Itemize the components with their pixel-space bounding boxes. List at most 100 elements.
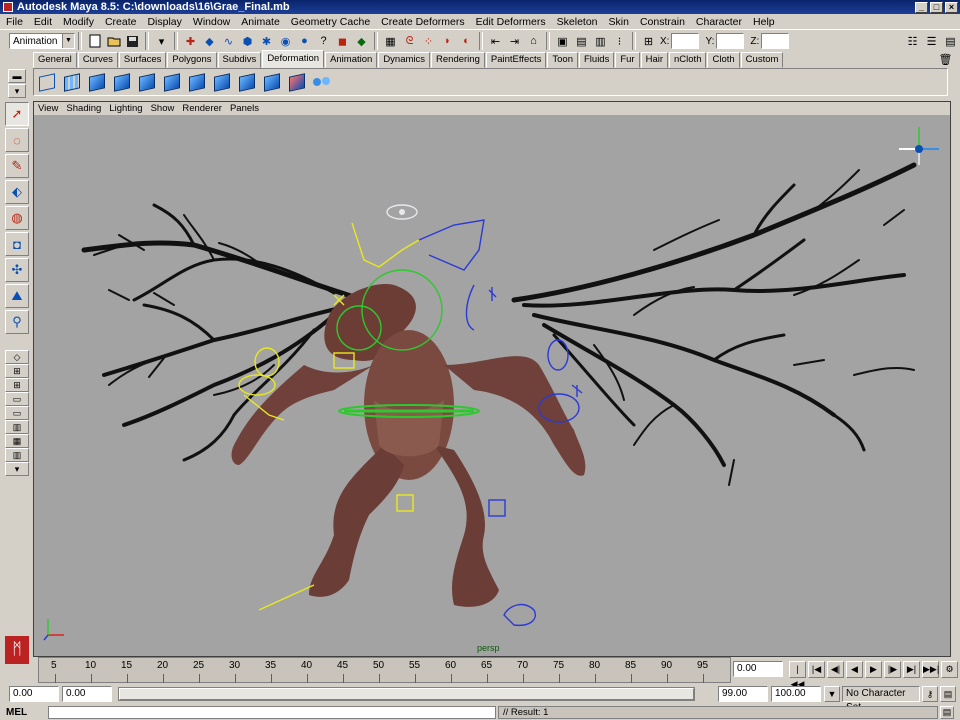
layout-four-panel-icon[interactable]: ⊞ [5, 364, 29, 378]
menu-edit[interactable]: Edit [28, 16, 57, 28]
shelf-tab-rendering[interactable]: Rendering [431, 52, 485, 68]
shelf-tab-surfaces[interactable]: Surfaces [118, 52, 167, 68]
shelf-tab-deformation[interactable]: Deformation [262, 50, 325, 68]
layout-hypershade-icon[interactable]: ▭ [5, 406, 29, 420]
menu-create-deformers[interactable]: Create Deformers [375, 16, 469, 28]
ipr-render-icon[interactable]: ▥ [592, 33, 609, 50]
auto-key-icon[interactable]: ⚷ [922, 686, 938, 702]
move-tool-icon[interactable]: ⬖ [5, 180, 29, 204]
shelf-tab-ncloth[interactable]: nCloth [669, 52, 707, 68]
select-by-deformer-icon[interactable]: ✱ [258, 33, 275, 50]
menu-help[interactable]: Help [747, 16, 780, 28]
time-ruler[interactable]: 5 10 15 20 25 30 35 40 45 50 55 60 65 70… [38, 657, 731, 683]
shelf-tab-general[interactable]: General [33, 52, 77, 68]
menu-constrain[interactable]: Constrain [634, 16, 690, 28]
select-tool-icon[interactable]: ➚ [5, 102, 29, 126]
character-set-field[interactable]: No Character Set [842, 686, 920, 713]
range-slider[interactable] [118, 687, 695, 701]
sculpt-deformer-icon[interactable] [286, 71, 308, 93]
tool-settings-icon[interactable]: ☰ [923, 33, 940, 50]
wrap-icon[interactable] [86, 71, 108, 93]
layout-persp-graph-icon[interactable]: ▭ [5, 392, 29, 406]
shelf-tab-cloth[interactable]: Cloth [707, 52, 740, 68]
nonlinear-flare-icon[interactable] [161, 71, 183, 93]
select-by-surface-icon[interactable]: ⬢ [239, 33, 256, 50]
shelf-tab-painteffects[interactable]: PaintEffects [485, 52, 547, 68]
shelf-tab-custom[interactable]: Custom [740, 52, 784, 68]
snap-point-icon[interactable]: ⁘ [420, 33, 437, 50]
select-hierarchy-icon[interactable]: ▾ [153, 33, 170, 50]
paint-select-tool-icon[interactable]: ✎ [5, 154, 29, 178]
minimize-button[interactable]: _ [915, 1, 928, 13]
snap-curve-icon[interactable]: ᘓ [401, 33, 418, 50]
wire-deformer-icon[interactable] [311, 71, 333, 93]
animation-settings-icon[interactable]: ▤ [940, 686, 956, 702]
menu-edit-deformers[interactable]: Edit Deformers [470, 16, 551, 28]
playback-start-field[interactable]: 0.00 [62, 686, 112, 702]
layout-custom-2-icon[interactable]: ▥ [5, 448, 29, 462]
shelf-tab-dynamics[interactable]: Dynamics [378, 52, 431, 68]
save-scene-icon[interactable] [124, 33, 141, 50]
panel-menu-panels[interactable]: Panels [226, 103, 263, 114]
panel-menu-renderer[interactable]: Renderer [178, 103, 226, 114]
menu-display[interactable]: Display [141, 16, 186, 28]
select-by-handle-icon[interactable]: ✚ [182, 33, 199, 50]
new-scene-icon[interactable] [86, 33, 103, 50]
menu-window[interactable]: Window [187, 16, 235, 28]
panel-menu-shading[interactable]: Shading [62, 103, 105, 114]
soft-modification-icon[interactable]: ⛰ [5, 284, 29, 308]
go-to-end-icon[interactable]: ▶▶| [922, 661, 939, 678]
nonlinear-squash-icon[interactable] [211, 71, 233, 93]
nonlinear-wave-icon[interactable] [261, 71, 283, 93]
construction-history-icon[interactable]: ⌂ [525, 33, 542, 50]
attribute-editor-icon[interactable]: ☷ [904, 33, 921, 50]
z-field[interactable] [761, 33, 790, 49]
show-manipulator-icon[interactable]: ⚲ [5, 310, 29, 334]
playback-end-field[interactable]: 99.00 [718, 686, 768, 702]
step-forward-key-icon[interactable]: ▶| [903, 661, 920, 678]
rotate-tool-icon[interactable]: ◍ [5, 206, 29, 230]
render-view-icon[interactable]: ▣ [554, 33, 571, 50]
channel-box-icon[interactable]: ▤ [942, 33, 959, 50]
layout-persp-trax-icon[interactable]: ▥ [5, 420, 29, 434]
menu-set-dropdown[interactable]: Animation ▼ [9, 33, 75, 49]
menu-character[interactable]: Character [690, 16, 747, 28]
layout-single-perspective-icon[interactable]: ◇ [5, 350, 29, 364]
close-button[interactable]: × [945, 1, 958, 13]
perspective-viewport[interactable]: persp [34, 115, 950, 656]
layout-persp-outliner-icon[interactable]: ⊞ [5, 378, 29, 392]
select-by-render-icon[interactable]: ● [296, 33, 313, 50]
nonlinear-sine-icon[interactable] [186, 71, 208, 93]
open-scene-icon[interactable] [105, 33, 122, 50]
panel-menu-show[interactable]: Show [147, 103, 179, 114]
select-by-joint-icon[interactable]: ◆ [201, 33, 218, 50]
step-back-frame-icon[interactable]: ◀| [827, 661, 844, 678]
menu-animate[interactable]: Animate [235, 16, 285, 28]
shelf-tab-fluids[interactable]: Fluids [579, 52, 615, 68]
mel-command-input[interactable] [48, 706, 496, 719]
shelf-tab-animation[interactable]: Animation [325, 52, 378, 68]
shelf-tab-polygons[interactable]: Polygons [167, 52, 217, 68]
menu-skeleton[interactable]: Skeleton [551, 16, 603, 28]
step-back-key-icon[interactable]: |◀ [808, 661, 825, 678]
transform-mode-icon[interactable]: ⊞ [640, 33, 657, 50]
select-by-curve-icon[interactable]: ∿ [220, 33, 237, 50]
lasso-tool-icon[interactable]: ◌ [5, 128, 29, 152]
nonlinear-twist-icon[interactable] [236, 71, 258, 93]
render-globals-icon[interactable]: ⁝ [611, 33, 628, 50]
select-misc-icon[interactable]: ? [315, 33, 332, 50]
snap-grid-icon[interactable]: ▦ [382, 33, 399, 50]
render-current-frame-icon[interactable]: ▤ [573, 33, 590, 50]
menu-create[interactable]: Create [99, 16, 142, 28]
animation-preferences-icon[interactable]: ⚙ [941, 661, 958, 678]
menu-file[interactable]: File [0, 16, 28, 28]
shelf-tab-hair[interactable]: Hair [640, 52, 669, 68]
shelf-tab-curves[interactable]: Curves [77, 52, 118, 68]
input-connections-icon[interactable]: ⇤ [487, 33, 504, 50]
animation-start-field[interactable]: 0.00 [9, 686, 59, 702]
snap-view-plane-icon[interactable]: ◗ [439, 33, 456, 50]
y-field[interactable] [716, 33, 745, 49]
panel-menu-view[interactable]: View [34, 103, 62, 114]
shelf-editor-menu-icon[interactable]: ▾ [8, 84, 26, 98]
play-forwards-icon[interactable]: ▶ [865, 661, 882, 678]
